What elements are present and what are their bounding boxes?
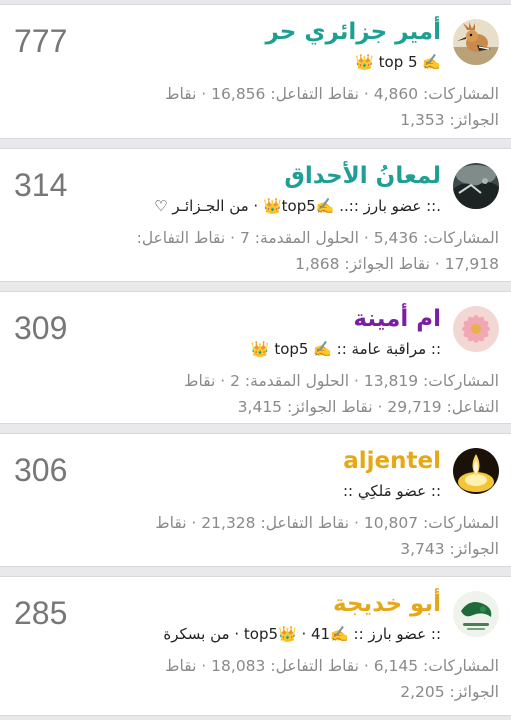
- stats-line: المشاركات: 13,819 · الحلول المقدمة: 2 · …: [184, 372, 499, 390]
- member-stats: المشاركات: 5,436 · الحلول المقدمة: 7 · ن…: [29, 225, 499, 277]
- pink-flower-icon[interactable]: [453, 306, 499, 352]
- stats-line: الجوائز: 2,205: [400, 683, 499, 701]
- member-score: 314: [14, 167, 68, 203]
- hoopoe-bird-icon[interactable]: [453, 19, 499, 65]
- member-name[interactable]: لمعانُ الأحداق: [284, 163, 441, 189]
- member-stats: المشاركات: 13,819 · الحلول المقدمة: 2 · …: [29, 368, 499, 420]
- green-emblem-icon[interactable]: [453, 591, 499, 637]
- member-card[interactable]: أبو خديجة 285 :: عضو بارز :: ✍️top5👑 · 4…: [0, 576, 511, 716]
- member-title: :: عضو بارز :: ✍️top5👑 · 41 · من بسكرة: [163, 625, 441, 643]
- dark-landscape-icon[interactable]: [453, 163, 499, 209]
- stats-line: الجوائز: 1,353: [400, 111, 499, 129]
- member-name[interactable]: ام أمينة: [353, 306, 441, 332]
- member-card[interactable]: ام أمينة 309 :: مراقبة عامة :: ✍️ top5 👑…: [0, 291, 511, 424]
- member-card[interactable]: لمعانُ الأحداق 314 .:: عضو بارز ::.. ✍️t…: [0, 148, 511, 282]
- member-title: :: مراقبة عامة :: ✍️ top5 👑: [250, 340, 441, 358]
- member-title: ✍️ top 5 👑: [355, 53, 441, 71]
- stats-line: التفاعل: 29,719 · نقاط الجوائز: 3,415: [237, 398, 499, 416]
- member-score: 777: [14, 23, 68, 59]
- member-name[interactable]: أمير جزائري حر: [265, 19, 441, 45]
- member-score: 285: [14, 595, 68, 631]
- member-score: 309: [14, 310, 68, 346]
- member-stats: المشاركات: 10,807 · نقاط التفاعل: 21,328…: [29, 510, 499, 562]
- stats-line: 17,918 · نقاط الجوائز: 1,868: [295, 255, 499, 273]
- candle-flame-icon[interactable]: [453, 448, 499, 494]
- member-card[interactable]: أمير جزائري حر 777 ✍️ top 5 👑 المشاركات:…: [0, 4, 511, 139]
- stats-line: المشاركات: 4,860 · نقاط التفاعل: 16,856 …: [165, 85, 499, 103]
- stats-line: المشاركات: 10,807 · نقاط التفاعل: 21,328…: [155, 514, 499, 532]
- stats-line: المشاركات: 5,436 · الحلول المقدمة: 7 · ن…: [136, 229, 499, 247]
- member-card[interactable]: aljentel 306 :: عضو مَلكِي :: المشاركات:…: [0, 433, 511, 567]
- member-stats: المشاركات: 4,860 · نقاط التفاعل: 16,856 …: [29, 81, 499, 133]
- member-stats: المشاركات: 6,145 · نقاط التفاعل: 18,083 …: [29, 653, 499, 705]
- member-name[interactable]: aljentel: [343, 448, 441, 474]
- member-title: .:: عضو بارز ::.. ✍️top5👑 · من الجـزائـر…: [154, 197, 441, 215]
- member-title: :: عضو مَلكِي ::: [342, 482, 441, 500]
- members-leaderboard: أمير جزائري حر 777 ✍️ top 5 👑 المشاركات:…: [0, 0, 511, 720]
- stats-line: الجوائز: 3,743: [400, 540, 499, 558]
- stats-line: المشاركات: 6,145 · نقاط التفاعل: 18,083 …: [165, 657, 499, 675]
- member-score: 306: [14, 452, 68, 488]
- member-name[interactable]: أبو خديجة: [333, 591, 441, 617]
